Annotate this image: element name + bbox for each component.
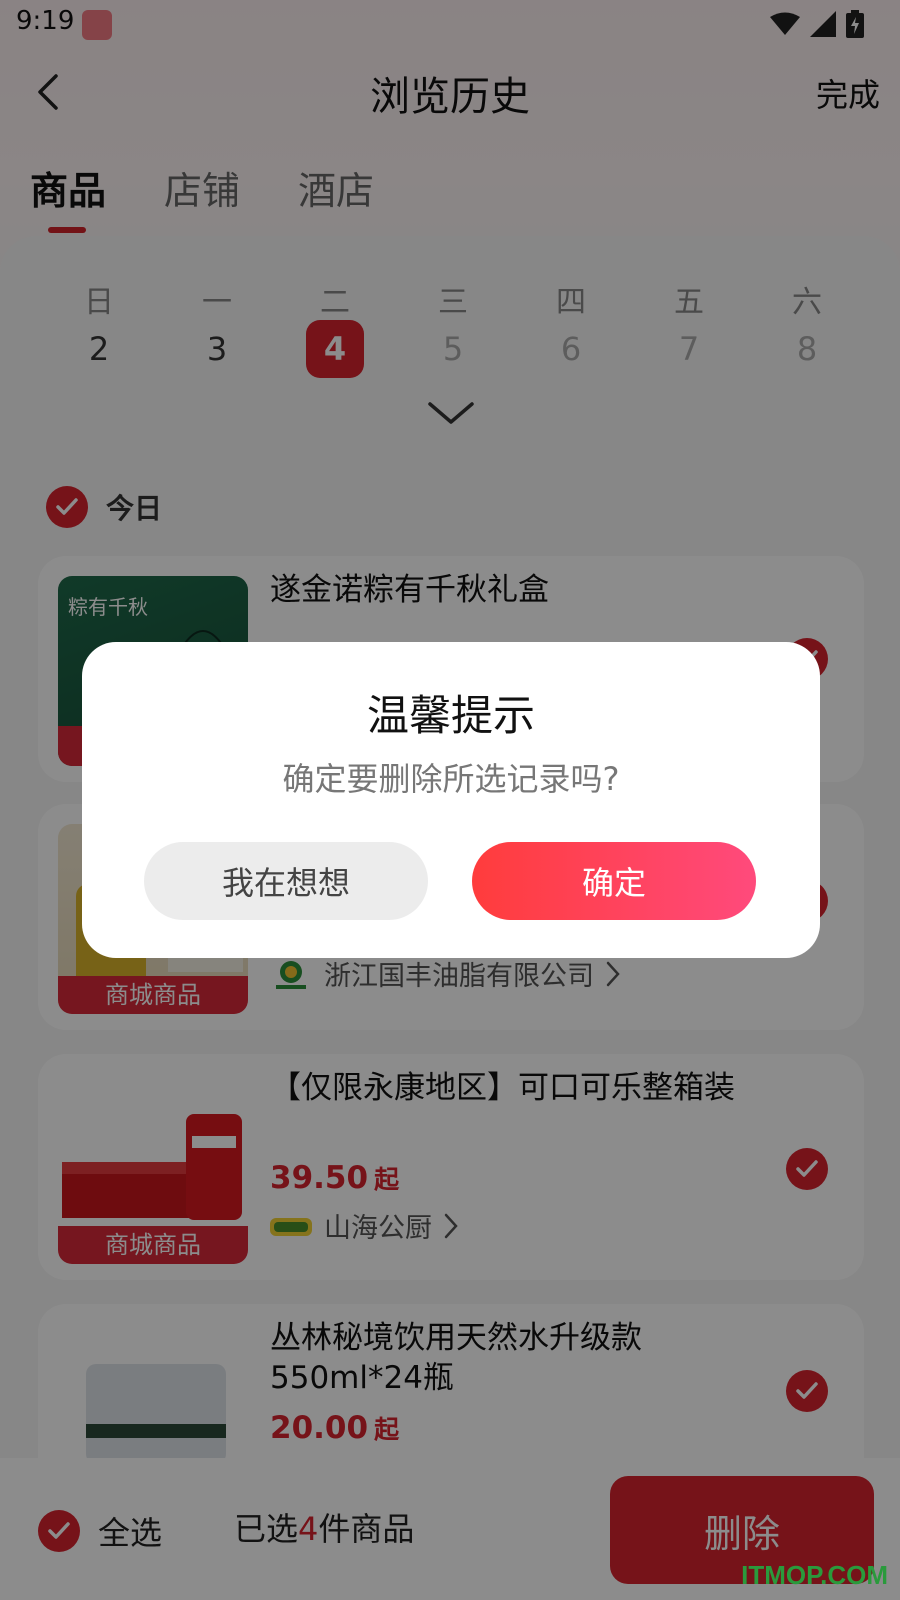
dialog-title: 温馨提示	[366, 691, 535, 740]
watermark: ITMOP.COM	[741, 1560, 888, 1590]
dialog-message: 确定要删除所选记录吗?	[282, 760, 620, 798]
confirm-delete-dialog: 温馨提示 确定要删除所选记录吗? 我在想想 确定	[82, 642, 820, 958]
cancel-button[interactable]: 我在想想	[144, 842, 428, 920]
confirm-button[interactable]: 确定	[472, 842, 756, 920]
browsing-history-screen: 9:19 浏览历史 完成 商品 店铺 酒店 日 一 二 三 四 五 六 2 3 …	[0, 0, 900, 1600]
